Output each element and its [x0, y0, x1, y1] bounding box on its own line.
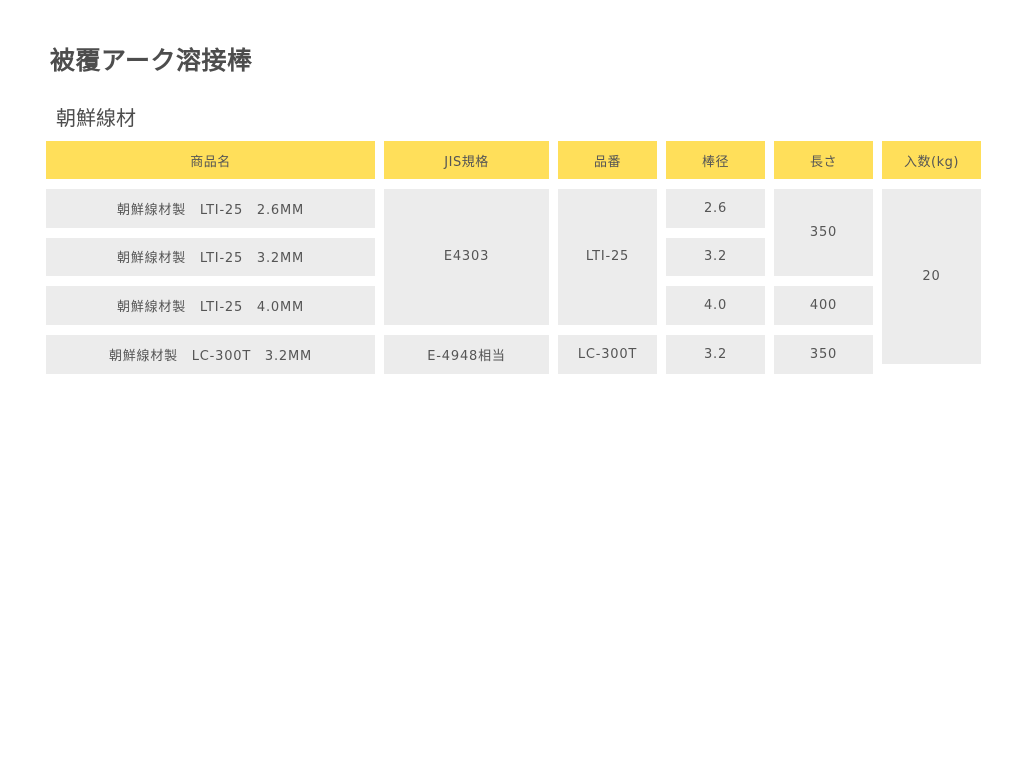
product-name-cell: 朝鮮線材製 LTI-25 4.0MM [46, 286, 375, 325]
part-number-cell: LC-300T [558, 334, 657, 374]
header-part-number: 品番 [558, 141, 657, 179]
header-diameter: 棒径 [666, 141, 765, 179]
header-product-name: 商品名 [46, 141, 375, 179]
product-name-cell: 朝鮮線材製 LTI-25 2.6MM [46, 189, 375, 228]
length-cell: 350 [774, 334, 873, 374]
jis-cell: E4303 [384, 189, 549, 325]
length-cell: 400 [774, 286, 873, 325]
length-cell: 350 [774, 189, 873, 277]
diameter-cell: 3.2 [666, 334, 765, 374]
header-length: 長さ [774, 141, 873, 179]
quantity-cell: 20 [882, 189, 981, 364]
part-number-cell: LTI-25 [558, 189, 657, 325]
diameter-cell: 4.0 [666, 286, 765, 325]
product-name-cell: 朝鮮線材製 LC-300T 3.2MM [46, 334, 375, 374]
diameter-cell: 3.2 [666, 237, 765, 277]
product-table: 商品名 JIS規格 品番 棒径 長さ 入数(kg) 朝鮮線材製 LTI-25 2… [46, 141, 981, 374]
jis-cell: E-4948相当 [384, 334, 549, 374]
product-name-cell: 朝鮮線材製 LTI-25 3.2MM [46, 237, 375, 277]
page-title: 被覆アーク溶接棒 [50, 46, 253, 75]
section-title: 朝鮮線材 [56, 106, 136, 130]
header-quantity: 入数(kg) [882, 141, 981, 179]
diameter-cell: 2.6 [666, 189, 765, 228]
header-jis-standard: JIS規格 [384, 141, 549, 179]
